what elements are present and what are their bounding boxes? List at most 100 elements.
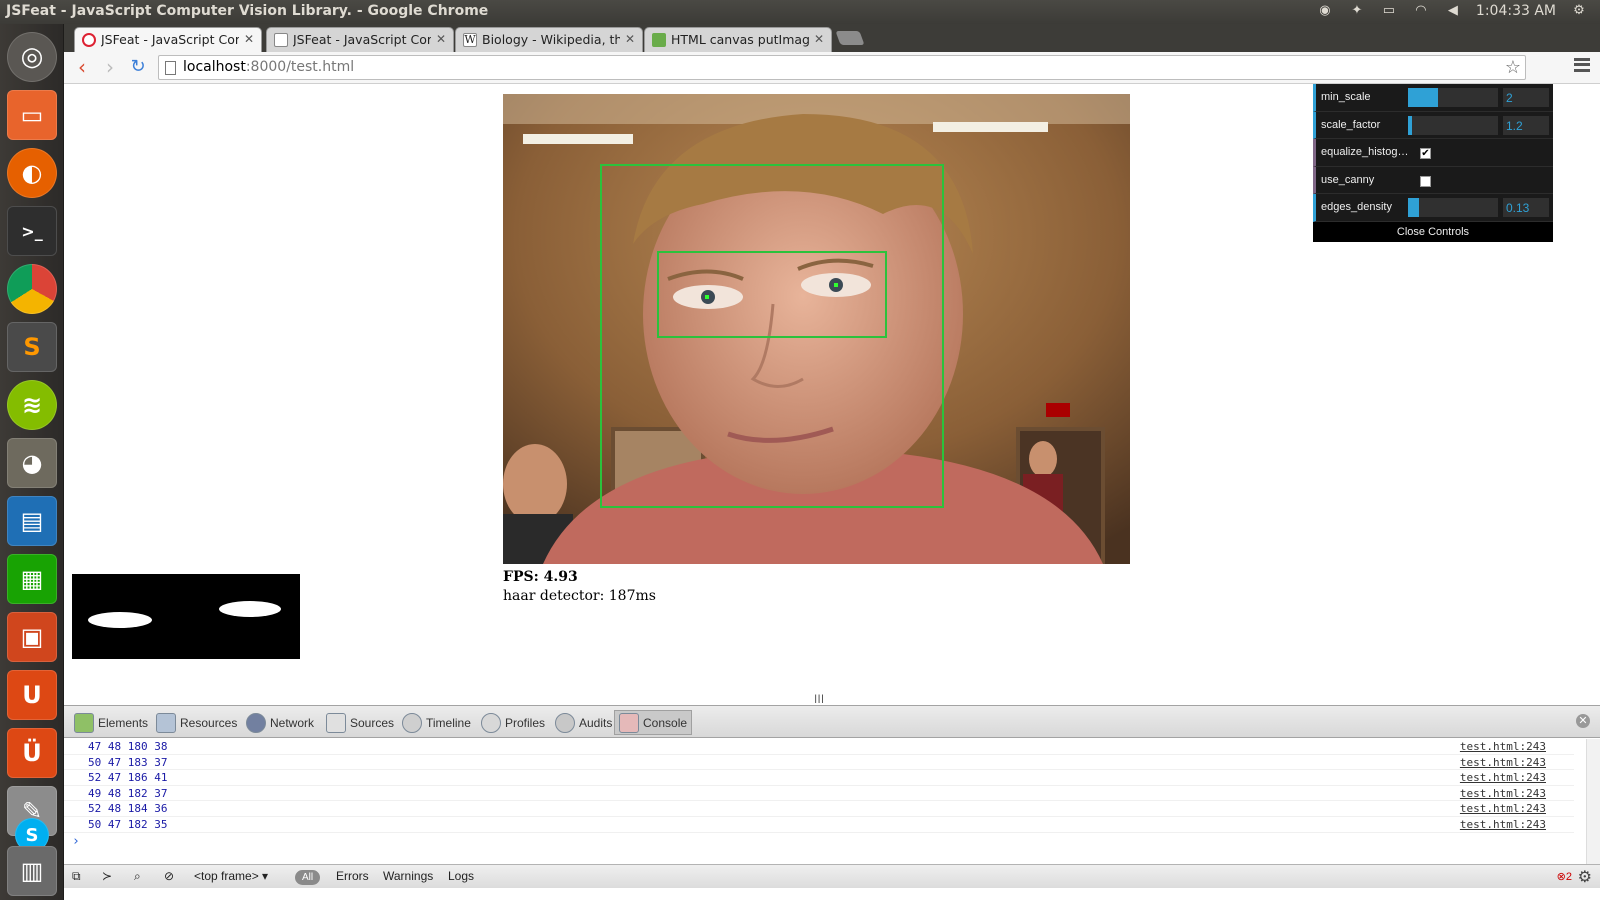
control-equalize-histogram[interactable]: equalize_histogram ✔ — [1313, 139, 1553, 167]
console-log-row: 47 48 180 38 test.html:243 — [64, 739, 1574, 755]
page-icon — [165, 61, 176, 75]
tab-sources[interactable]: Sources — [322, 710, 398, 735]
tab-close-icon[interactable]: ✕ — [244, 32, 254, 46]
page-content: FPS: 4.93 haar detector: 187ms min_scale… — [64, 84, 1600, 703]
gimp-icon[interactable]: ◕ — [7, 438, 57, 488]
control-label: edges_density — [1321, 201, 1392, 213]
reload-icon[interactable]: ↻ — [126, 56, 150, 80]
filter-all[interactable]: All — [295, 870, 321, 885]
tab-console[interactable]: Console — [614, 710, 693, 735]
chrome-menu-icon[interactable] — [1574, 58, 1590, 72]
console-scrollbar[interactable] — [1586, 739, 1600, 864]
tab-wikipedia[interactable]: W Biology - Wikipedia, the free encyclop… — [455, 27, 643, 52]
log-source-link[interactable]: test.html:243 — [1460, 755, 1546, 770]
back-arrow-icon[interactable]: ‹ — [70, 56, 94, 80]
control-label: scale_factor — [1321, 118, 1381, 131]
trash-icon[interactable]: ▥ — [7, 846, 57, 896]
tab-jsfeat-1[interactable]: JSFeat - JavaScript Computer Vision Libr… — [74, 27, 262, 52]
search-icon[interactable]: ⌕ — [134, 869, 141, 884]
control-edges-density[interactable]: edges_density 0.13 — [1313, 194, 1553, 222]
close-controls-button[interactable]: Close Controls — [1313, 221, 1553, 242]
equalize-histogram-checkbox[interactable]: ✔ — [1420, 148, 1431, 159]
tab-close-icon[interactable]: ✕ — [814, 32, 824, 46]
tab-close-icon[interactable]: ✕ — [625, 32, 635, 46]
control-scale-factor[interactable]: scale_factor 1.2 — [1313, 111, 1553, 139]
slider-fill — [1408, 115, 1412, 135]
bookmark-star-icon[interactable]: ☆ — [1505, 57, 1521, 78]
tab-close-icon[interactable]: ✕ — [436, 32, 446, 46]
log-message: 52 47 186 41 — [88, 771, 168, 785]
battery-icon[interactable]: ▭ — [1380, 3, 1398, 19]
terminal-icon[interactable]: >_ — [7, 206, 57, 256]
min-scale-slider[interactable] — [1408, 88, 1498, 107]
tab-elements[interactable]: Elements — [70, 710, 152, 735]
url-path: :8000/test.html — [245, 59, 355, 75]
spotify-icon[interactable]: ≋ — [7, 380, 57, 430]
use-canny-checkbox[interactable] — [1420, 175, 1431, 187]
impress-icon[interactable]: ▣ — [7, 612, 57, 662]
address-bar[interactable]: localhost:8000/test.html ☆ — [158, 55, 1526, 80]
tab-resources[interactable]: Resources — [152, 710, 241, 735]
resources-icon — [156, 712, 176, 733]
tab-network[interactable]: Network — [242, 710, 318, 735]
frame-select-label: <top frame> — [194, 869, 259, 883]
sublime-text-icon[interactable]: S — [7, 322, 57, 372]
files-icon[interactable]: ▭ — [7, 90, 57, 140]
error-count-badge[interactable]: ⊗2 — [1557, 870, 1572, 883]
chrome-window: JSFeat - JavaScript Computer Vision Libr… — [64, 24, 1600, 900]
dock-icon[interactable]: ⧉ — [72, 869, 81, 884]
devtools-resize-handle[interactable]: ||| — [814, 694, 824, 703]
firefox-icon[interactable]: ◐ — [7, 148, 57, 198]
window-title: JSFeat - JavaScript Computer Vision Libr… — [6, 3, 489, 19]
log-source-link[interactable]: test.html:243 — [1460, 770, 1546, 785]
system-tray: ◉ ✦ ▭ ◠ ◀ 1:04:33 AM ⚙ — [1316, 3, 1588, 19]
dropbox-tray-icon[interactable]: ✦ — [1348, 3, 1366, 19]
filter-logs[interactable]: Logs — [448, 869, 474, 883]
tab-jsfeat-2[interactable]: JSFeat - JavaScript Computer Vision Libr… — [266, 27, 454, 52]
control-min-scale[interactable]: min_scale 2 — [1313, 84, 1553, 112]
tab-timeline[interactable]: Timeline — [398, 710, 475, 735]
calc-icon[interactable]: ▦ — [7, 554, 57, 604]
volume-icon[interactable]: ◀ — [1444, 3, 1462, 19]
tab-label: HTML canvas putImageData — [671, 32, 809, 47]
console-prompt[interactable]: › — [64, 833, 1574, 851]
forward-arrow-icon[interactable]: › — [98, 56, 122, 80]
threshold-blobs-image — [88, 601, 281, 628]
clock[interactable]: 1:04:33 AM — [1476, 3, 1556, 19]
ubuntu-one-music-icon[interactable]: Ü — [7, 728, 57, 778]
log-source-link[interactable]: test.html:243 — [1460, 817, 1546, 832]
filter-errors[interactable]: Errors — [336, 869, 369, 883]
console-icon — [619, 712, 639, 733]
min-scale-input[interactable]: 2 — [1503, 88, 1549, 107]
log-source-link[interactable]: test.html:243 — [1460, 786, 1546, 801]
eye-threshold-canvas — [72, 574, 300, 659]
edges-density-input[interactable]: 0.13 — [1503, 198, 1549, 217]
devtools-close-icon[interactable]: ✕ — [1576, 714, 1590, 728]
tab-profiles[interactable]: Profiles — [477, 710, 549, 735]
console-log-row: 49 48 182 37 test.html:243 — [64, 786, 1574, 802]
tab-w3schools[interactable]: HTML canvas putImageData ✕ — [644, 27, 832, 52]
frame-select[interactable]: <top frame> ▾ — [194, 869, 268, 883]
wifi-icon[interactable]: ◠ — [1412, 3, 1430, 19]
jsfeat-favicon-icon — [82, 33, 96, 47]
show-drawer-icon[interactable]: ≻ — [102, 869, 112, 883]
audits-icon — [555, 712, 575, 733]
dash-home-icon[interactable]: ◎ — [7, 32, 57, 82]
power-gear-icon[interactable]: ⚙ — [1570, 3, 1588, 19]
spotify-tray-icon[interactable]: ◉ — [1316, 3, 1334, 19]
scale-factor-slider[interactable] — [1408, 115, 1498, 135]
settings-gear-icon[interactable]: ⚙ — [1578, 867, 1592, 887]
new-tab-button[interactable] — [835, 31, 865, 45]
scale-factor-input[interactable]: 1.2 — [1503, 115, 1549, 135]
chrome-icon[interactable] — [7, 264, 57, 314]
log-source-link[interactable]: test.html:243 — [1460, 801, 1546, 816]
writer-icon[interactable]: ▤ — [7, 496, 57, 546]
control-use-canny[interactable]: use_canny — [1313, 166, 1553, 194]
ubuntu-one-icon[interactable]: U — [7, 670, 57, 720]
clear-console-icon[interactable]: ⊘ — [164, 869, 174, 883]
console-log: 47 48 180 38 test.html:243 50 47 183 37 tes… — [64, 739, 1574, 864]
filter-warnings[interactable]: Warnings — [383, 869, 433, 883]
tab-audits[interactable]: Audits — [551, 710, 616, 735]
log-source-link[interactable]: test.html:243 — [1460, 739, 1546, 754]
edges-density-slider[interactable] — [1408, 198, 1498, 217]
